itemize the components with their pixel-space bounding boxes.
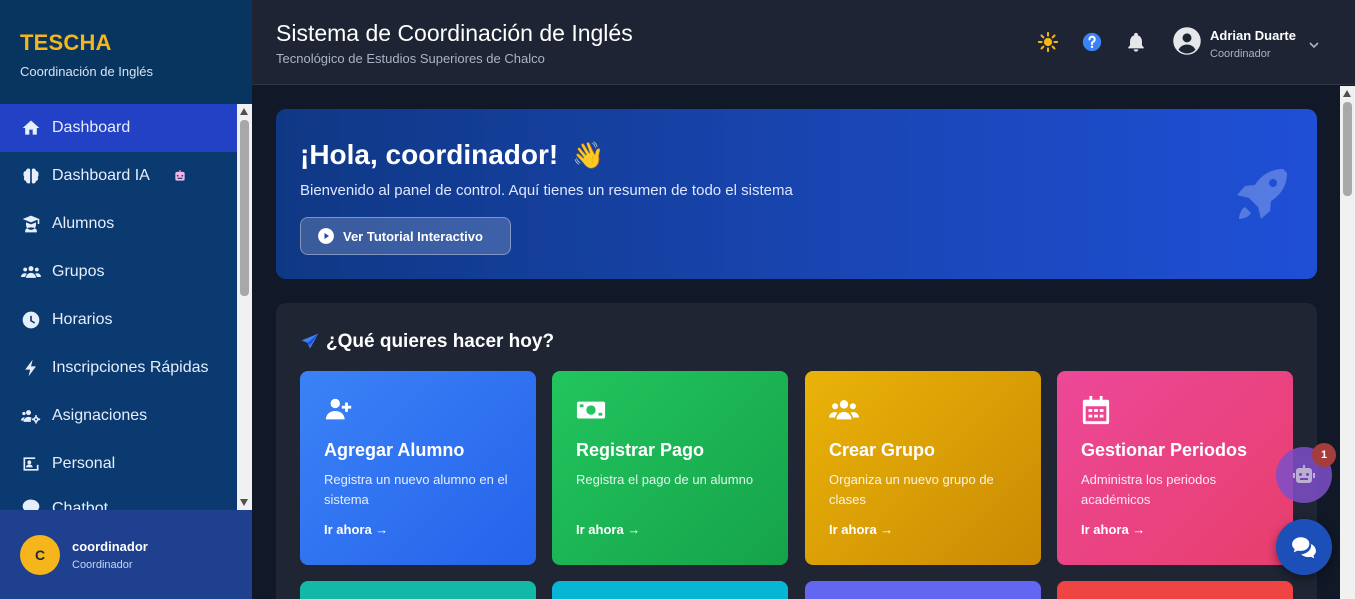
sidebar-item-inscripciones-rapidas[interactable]: Inscripciones Rápidas xyxy=(0,344,237,392)
action-card-partial[interactable] xyxy=(805,581,1041,599)
sidebar-item-dashboard-ia[interactable]: Dashboard IA xyxy=(0,152,237,200)
action-card-gestionar-periodos[interactable]: Gestionar Periodos Administra los period… xyxy=(1057,371,1293,565)
sidebar-user-name: coordinador xyxy=(72,538,148,554)
scroll-up-arrow[interactable] xyxy=(1343,90,1351,97)
rocket-icon xyxy=(1237,169,1287,219)
help-icon[interactable] xyxy=(1081,31,1103,53)
sidebar-item-chatbot[interactable]: Chatbot xyxy=(0,488,237,510)
user-menu-name: Adrian Duarte xyxy=(1210,27,1296,43)
sidebar-nav: Dashboard Dashboard IA Alumnos Grupos Ho… xyxy=(0,104,237,510)
wave-emoji: 👋 xyxy=(572,139,605,170)
card-title: Gestionar Periodos xyxy=(1081,440,1248,460)
main-content: ¡Hola, coordinador! 👋 Bienvenido al pane… xyxy=(252,86,1340,599)
main-scrollbar[interactable] xyxy=(1340,86,1355,599)
card-title: Crear Grupo xyxy=(829,440,936,460)
comments-icon xyxy=(1292,537,1316,559)
id-card-icon xyxy=(20,453,42,475)
chevron-down-icon[interactable] xyxy=(1308,38,1320,50)
brand-subtitle: Coordinación de Inglés xyxy=(20,64,153,79)
tutorial-button[interactable]: Ver Tutorial Interactivo xyxy=(300,217,511,255)
graduate-icon xyxy=(20,213,42,235)
sun-icon[interactable] xyxy=(1037,31,1059,53)
page-subtitle: Tecnológico de Estudios Superiores de Ch… xyxy=(276,51,545,66)
card-title: Registrar Pago xyxy=(576,440,705,460)
sidebar-item-label: Chatbot xyxy=(52,500,109,510)
sidebar-item-label: Grupos xyxy=(52,263,105,280)
sidebar-user-role: Coordinador xyxy=(72,558,133,571)
sidebar-item-label: Personal xyxy=(52,455,116,472)
home-icon xyxy=(20,117,42,139)
card-description: Administra los periodos académicos xyxy=(1081,472,1217,507)
play-circle-icon xyxy=(318,228,334,244)
sidebar-item-label: Alumnos xyxy=(52,215,115,232)
sidebar-item-label: Inscripciones Rápidas xyxy=(52,359,209,376)
robot-icon xyxy=(1293,465,1315,483)
sidebar-item-label: Dashboard xyxy=(52,119,131,136)
sidebar-item-grupos[interactable]: Grupos xyxy=(0,248,237,296)
action-card-crear-grupo[interactable]: Crear Grupo Organiza un nuevo grupo de c… xyxy=(805,371,1041,565)
tutorial-button-label: Ver Tutorial Interactivo xyxy=(343,228,483,244)
users-icon xyxy=(829,395,861,427)
action-card-partial[interactable] xyxy=(1057,581,1293,599)
sidebar-item-personal[interactable]: Personal xyxy=(0,440,237,488)
welcome-title: ¡Hola, coordinador! xyxy=(300,139,559,170)
action-card-registrar-pago[interactable]: Registrar Pago Registra el pago de un al… xyxy=(552,371,788,565)
sidebar-item-asignaciones[interactable]: Asignaciones xyxy=(0,392,237,440)
card-description: Registra el pago de un alumno xyxy=(576,472,754,487)
robot-icon xyxy=(172,168,188,184)
card-title: Agregar Alumno xyxy=(324,440,465,460)
brain-icon xyxy=(20,165,42,187)
action-card-partial[interactable] xyxy=(552,581,788,599)
brand-title: TESCHA xyxy=(20,30,112,55)
user-circle-icon xyxy=(1172,26,1202,61)
paper-plane-icon xyxy=(301,333,319,349)
sidebar-item-horarios[interactable]: Horarios xyxy=(0,296,237,344)
card-link[interactable]: Ir ahora → xyxy=(1081,522,1269,537)
quick-actions-title: ¿Qué quieres hacer hoy? xyxy=(326,331,555,352)
user-menu-role: Coordinador xyxy=(1210,47,1271,60)
sidebar-item-dashboard[interactable]: Dashboard xyxy=(0,104,237,152)
users-cog-icon xyxy=(20,405,42,427)
scroll-down-arrow[interactable] xyxy=(240,499,248,506)
card-link[interactable]: Ir ahora → xyxy=(324,522,512,537)
page-title: Sistema de Coordinación de Inglés xyxy=(276,20,633,46)
user-menu[interactable]: Adrian Duarte Coordinador xyxy=(1172,26,1320,61)
sidebar-item-label: Asignaciones xyxy=(52,407,148,424)
top-header: Sistema de Coordinación de Inglés Tecnol… xyxy=(252,0,1355,85)
scroll-thumb[interactable] xyxy=(240,120,249,296)
bolt-icon xyxy=(20,357,42,379)
avatar: C xyxy=(20,534,60,575)
scroll-up-arrow[interactable] xyxy=(240,108,248,115)
card-description: Organiza un nuevo grupo de clases xyxy=(829,472,994,507)
sidebar-item-alumnos[interactable]: Alumnos xyxy=(0,200,237,248)
clock-icon xyxy=(20,309,42,331)
sidebar-user[interactable]: C coordinador Coordinador xyxy=(0,510,252,599)
action-card-agregar-alumno[interactable]: Agregar Alumno Registra un nuevo alumno … xyxy=(300,371,536,565)
scroll-thumb[interactable] xyxy=(1343,102,1352,196)
welcome-subtitle: Bienvenido al panel de control. Aquí tie… xyxy=(300,182,793,199)
notification-badge: 1 xyxy=(1312,443,1336,467)
quick-actions-panel: ¿Qué quieres hacer hoy? Agregar Alumno R… xyxy=(276,303,1317,599)
sidebar-item-label: Dashboard IA xyxy=(52,167,150,184)
user-plus-icon xyxy=(324,395,356,427)
action-card-partial[interactable] xyxy=(300,581,536,599)
card-description: Registra un nuevo alumno en el sistema xyxy=(324,472,508,507)
sidebar-item-label: Horarios xyxy=(52,311,113,328)
users-icon xyxy=(20,261,42,283)
chat-button[interactable] xyxy=(1276,519,1332,575)
money-bill-icon xyxy=(576,395,608,427)
card-link[interactable]: Ir ahora → xyxy=(576,522,764,537)
sidebar: TESCHA Coordinación de Inglés Dashboard … xyxy=(0,0,252,599)
bell-icon[interactable] xyxy=(1125,31,1147,53)
brand[interactable]: TESCHA Coordinación de Inglés xyxy=(0,0,252,104)
card-link[interactable]: Ir ahora → xyxy=(829,522,1017,537)
sidebar-scrollbar[interactable] xyxy=(237,104,252,510)
welcome-banner: ¡Hola, coordinador! 👋 Bienvenido al pane… xyxy=(276,109,1317,279)
calendar-icon xyxy=(1081,395,1113,427)
comment-icon xyxy=(20,496,42,510)
